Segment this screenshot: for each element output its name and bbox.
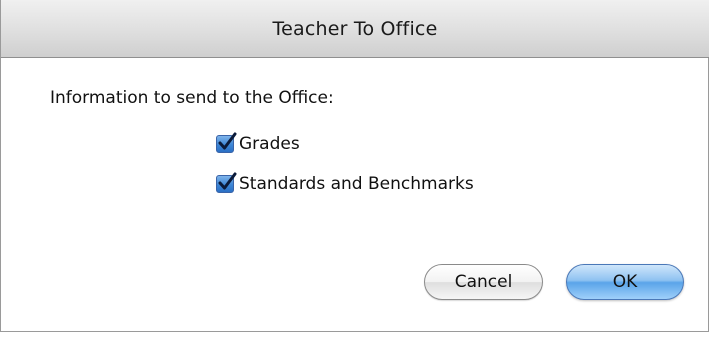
- checkmark-icon: [218, 132, 237, 150]
- grades-checkbox[interactable]: [216, 132, 237, 153]
- standards-benchmarks-checkbox[interactable]: [216, 172, 237, 193]
- ok-button[interactable]: OK: [566, 264, 684, 300]
- grades-label[interactable]: Grades: [239, 134, 300, 154]
- teacher-to-office-dialog: Teacher To Office Information to send to…: [0, 0, 709, 332]
- standards-benchmarks-option[interactable]: Standards and Benchmarks: [216, 172, 474, 194]
- checkmark-icon: [218, 172, 237, 190]
- title-bar[interactable]: Teacher To Office: [1, 0, 709, 58]
- cancel-button[interactable]: Cancel: [424, 264, 543, 300]
- grades-option[interactable]: Grades: [216, 132, 300, 154]
- prompt-label: Information to send to the Office:: [50, 88, 334, 108]
- dialog-title: Teacher To Office: [272, 17, 438, 40]
- standards-benchmarks-label[interactable]: Standards and Benchmarks: [239, 174, 474, 194]
